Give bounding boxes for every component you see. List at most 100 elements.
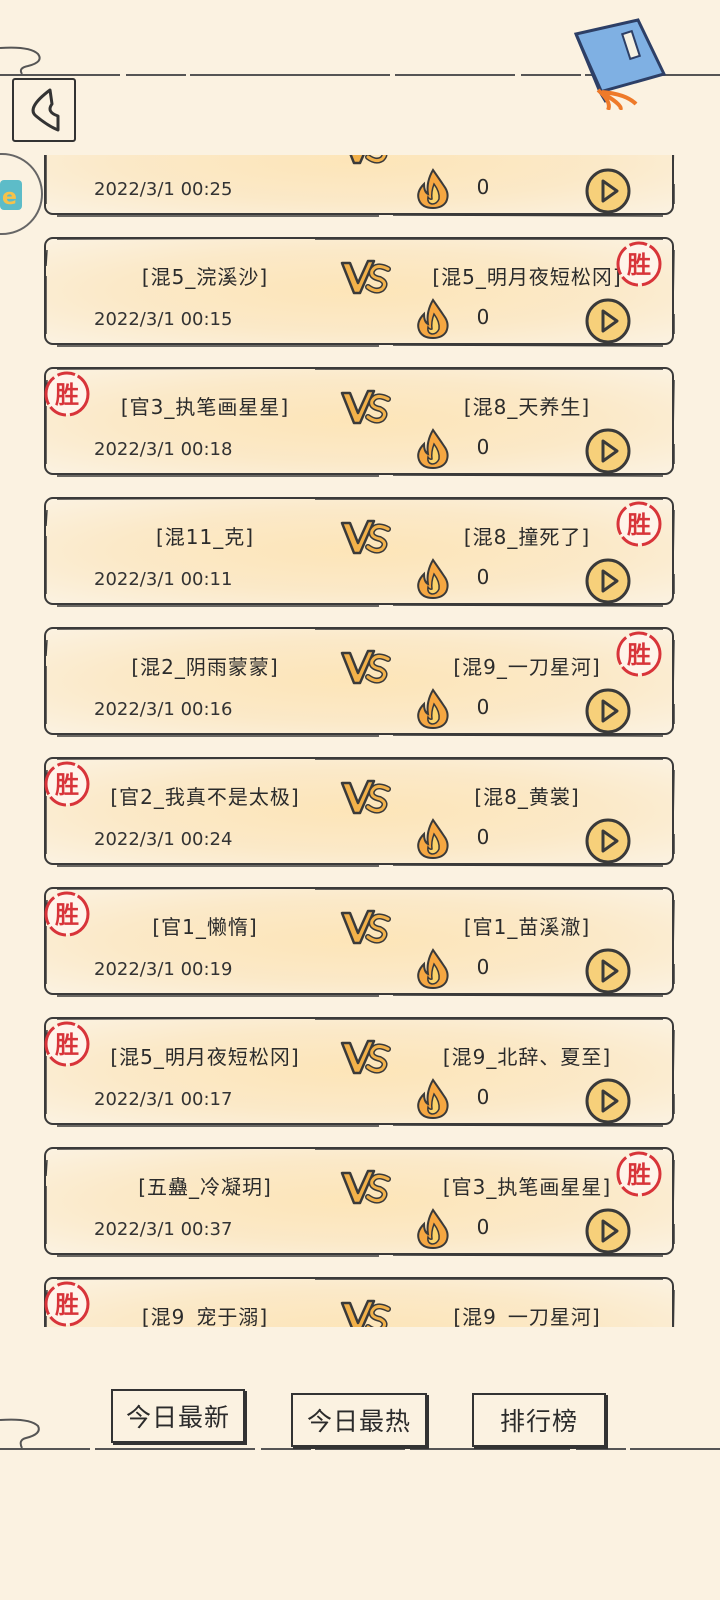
right-player-name[interactable]: [官1_苗溪澈] [402, 911, 652, 943]
back-button[interactable] [12, 78, 76, 142]
svg-text:胜: 胜 [55, 770, 79, 799]
fire-icon [414, 818, 452, 860]
corner-swirl-icon [0, 46, 41, 75]
svg-text:胜: 胜 [55, 380, 79, 409]
right-player-name[interactable]: [混8_黄裳] [402, 781, 652, 813]
heat-count: 0 [476, 695, 490, 719]
right-player-name[interactable] [402, 155, 652, 163]
win-stamp-icon: 胜 [42, 759, 92, 809]
play-icon [585, 688, 631, 734]
match-time: 2022/3/1 00:15 [94, 309, 233, 330]
play-replay-button[interactable] [584, 687, 632, 735]
heat-count: 0 [476, 825, 490, 849]
right-player-name[interactable]: [混9_一刀星河] [402, 1301, 652, 1327]
win-stamp-icon: 胜 [42, 1019, 92, 1069]
match-card[interactable]: [官3_执笔画星星] [混8_天养生] 2022/3/1 00:18 0 胜 [42, 367, 675, 477]
match-card[interactable]: [混5_浣溪沙] [混5_明月夜短松冈] 2022/3/1 00:15 0 胜 [44, 237, 675, 347]
win-stamp-icon: 胜 [42, 1279, 92, 1327]
svg-text:胜: 胜 [55, 1290, 79, 1319]
vs-icon [340, 155, 392, 167]
fire-icon [414, 1208, 452, 1250]
win-stamp-icon: 胜 [614, 499, 664, 549]
match-card[interactable]: [混11_克] [混8_撞死了] 2022/3/1 00:11 0 胜 [44, 497, 675, 607]
right-player-name[interactable]: [混8_天养生] [402, 391, 652, 423]
match-card[interactable]: [混5_明月夜短松冈] [混9_北辞、夏至] 2022/3/1 00:17 0 胜 [42, 1017, 675, 1127]
win-stamp-icon: 胜 [42, 369, 92, 419]
svg-text:胜: 胜 [627, 510, 651, 539]
left-player-name[interactable]: [混5_明月夜短松冈] [86, 1041, 324, 1073]
play-replay-button[interactable] [584, 817, 632, 865]
play-replay-button[interactable] [584, 297, 632, 345]
play-replay-button[interactable] [584, 1077, 632, 1125]
play-replay-button[interactable] [584, 427, 632, 475]
vs-icon [340, 1297, 392, 1327]
match-time: 2022/3/1 00:37 [94, 1219, 233, 1240]
play-icon [585, 1078, 631, 1124]
match-time: 2022/3/1 00:25 [94, 179, 233, 200]
vs-icon [340, 777, 392, 817]
play-icon [585, 298, 631, 344]
match-time: 2022/3/1 00:24 [94, 829, 233, 850]
heat-count: 0 [476, 305, 490, 329]
svg-text:胜: 胜 [55, 1030, 79, 1059]
match-time: 2022/3/1 00:17 [94, 1089, 233, 1110]
match-time: 2022/3/1 00:18 [94, 439, 233, 460]
svg-text:胜: 胜 [627, 250, 651, 279]
heat-count: 0 [476, 1085, 490, 1109]
match-list[interactable]: 2022/3/1 00:25 0 [混5_浣溪沙] [混5_明月夜短松冈] 2022/3… [0, 155, 720, 1327]
fire-icon [414, 168, 452, 210]
right-player-name[interactable]: [混9_北辞、夏至] [402, 1041, 652, 1073]
left-player-name[interactable]: [混2_阴雨蒙蒙] [86, 651, 324, 683]
match-card[interactable]: [混9_宠于溺] [混9_一刀星河] 胜 [42, 1277, 675, 1327]
left-player-name[interactable]: [混9_宠于溺] [86, 1301, 324, 1327]
play-replay-button[interactable] [584, 1207, 632, 1255]
play-icon [585, 818, 631, 864]
fire-icon [414, 558, 452, 600]
left-player-name[interactable]: [官3_执笔画星星] [86, 391, 324, 423]
scroll-book-icon[interactable] [568, 18, 678, 110]
match-card[interactable]: [混2_阴雨蒙蒙] [混9_一刀星河] 2022/3/1 00:16 0 胜 [44, 627, 675, 737]
play-icon [585, 948, 631, 994]
heat-count: 0 [476, 565, 490, 589]
tab-latest-button[interactable]: 今日最新 [111, 1389, 245, 1443]
fire-icon [414, 428, 452, 470]
left-player-name[interactable]: [混5_浣溪沙] [86, 261, 324, 293]
play-icon [585, 558, 631, 604]
heat-count: 0 [476, 435, 490, 459]
play-icon [585, 428, 631, 474]
svg-text:胜: 胜 [627, 1160, 651, 1189]
match-time: 2022/3/1 00:16 [94, 699, 233, 720]
heat-count: 0 [476, 175, 490, 199]
match-card[interactable]: [五蠱_冷凝玥] [官3_执笔画星星] 2022/3/1 00:37 0 胜 [44, 1147, 675, 1257]
left-player-name[interactable]: [官1_懒惰] [86, 911, 324, 943]
win-stamp-icon: 胜 [42, 889, 92, 939]
left-player-name[interactable]: [官2_我真不是太极] [86, 781, 324, 813]
play-replay-button[interactable] [584, 947, 632, 995]
corner-swirl-icon [0, 1418, 40, 1449]
play-replay-button[interactable] [584, 167, 632, 215]
vs-icon [340, 1167, 392, 1207]
win-stamp-icon: 胜 [614, 629, 664, 679]
play-icon [585, 1208, 631, 1254]
vs-icon [340, 907, 392, 947]
svg-text:胜: 胜 [55, 900, 79, 929]
tab-hottest-button[interactable]: 今日最热 [291, 1393, 427, 1447]
left-player-name[interactable]: [混11_克] [86, 521, 324, 553]
back-arrow-icon [31, 88, 60, 132]
left-player-name[interactable] [86, 155, 324, 163]
vs-icon [340, 1037, 392, 1077]
fire-icon [414, 1078, 452, 1120]
left-player-name[interactable]: [五蠱_冷凝玥] [86, 1171, 324, 1203]
win-stamp-icon: 胜 [614, 1149, 664, 1199]
heat-count: 0 [476, 955, 490, 979]
play-replay-button[interactable] [584, 557, 632, 605]
match-card[interactable]: [官2_我真不是太极] [混8_黄裳] 2022/3/1 00:24 0 胜 [42, 757, 675, 867]
heat-count: 0 [476, 1215, 490, 1239]
vs-icon [340, 257, 392, 297]
tab-ranking-button[interactable]: 排行榜 [472, 1393, 606, 1447]
match-card[interactable]: [官1_懒惰] [官1_苗溪澈] 2022/3/1 00:19 0 胜 [42, 887, 675, 997]
play-icon [585, 168, 631, 214]
match-time: 2022/3/1 00:11 [94, 569, 233, 590]
match-card[interactable]: 2022/3/1 00:25 0 [44, 155, 675, 217]
fire-icon [414, 948, 452, 990]
